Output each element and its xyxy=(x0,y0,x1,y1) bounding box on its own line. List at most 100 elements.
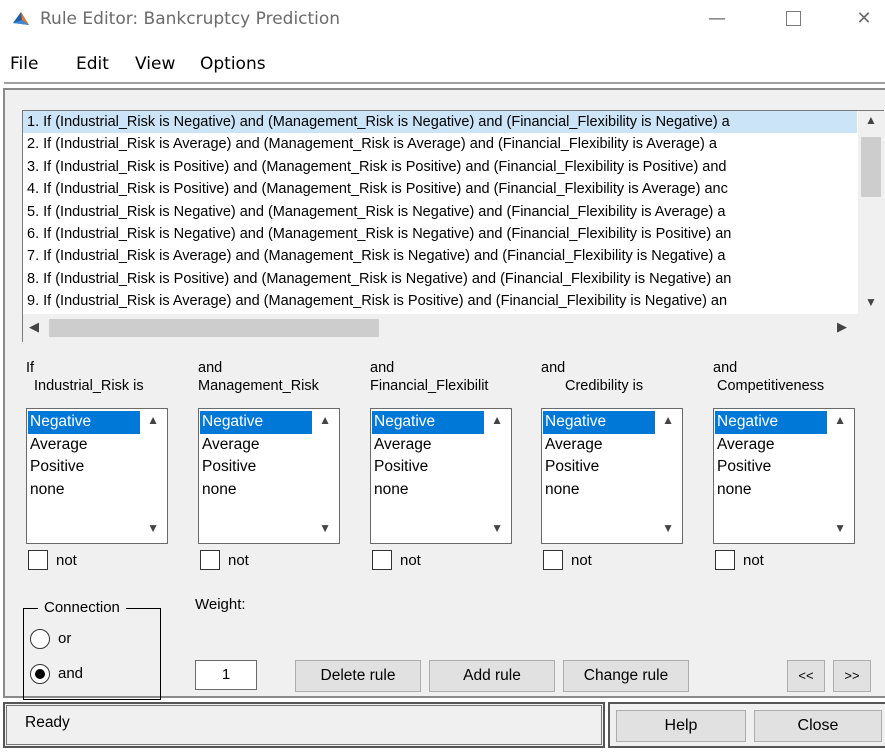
scroll-down-icon[interactable]: ▼ xyxy=(319,521,331,535)
membership-option[interactable]: Average xyxy=(28,434,140,457)
rule-item[interactable]: 5. If (Industrial_Risk is Negative) and … xyxy=(23,201,857,223)
minimize-button[interactable]: — xyxy=(706,8,728,30)
change-rule-button[interactable]: Change rule xyxy=(563,660,689,692)
radio-and[interactable] xyxy=(30,664,50,684)
membership-option[interactable]: Average xyxy=(372,434,484,457)
menu-view[interactable]: View xyxy=(135,54,175,74)
rules-list: 1. If (Industrial_Risk is Negative) and … xyxy=(23,111,857,314)
rule-item[interactable]: 1. If (Industrial_Risk is Negative) and … xyxy=(23,111,857,134)
membership-option[interactable]: none xyxy=(28,479,140,502)
membership-listbox[interactable]: Negative Average Positive none ▲ ▼ xyxy=(541,408,683,544)
rule-item[interactable]: 4. If (Industrial_Risk is Positive) and … xyxy=(23,178,857,200)
close-window-button[interactable]: ✕ xyxy=(853,8,875,30)
membership-option[interactable]: none xyxy=(200,479,312,502)
weight-label: Weight: xyxy=(195,596,246,613)
menu-edit[interactable]: Edit xyxy=(76,54,109,74)
membership-listbox[interactable]: Negative Average Positive none ▲ ▼ xyxy=(713,408,855,544)
close-icon: ✕ xyxy=(856,8,872,29)
not-label: not xyxy=(571,552,592,569)
variable-connector-label: and xyxy=(713,360,738,376)
weight-input[interactable]: 1 xyxy=(195,660,257,690)
scroll-down-icon[interactable]: ▼ xyxy=(491,521,503,535)
not-checkbox[interactable] xyxy=(28,550,48,570)
vertical-scroll-thumb[interactable] xyxy=(861,137,881,197)
variable-name-label: Financial_Flexibilit xyxy=(370,378,489,394)
membership-option[interactable]: Average xyxy=(543,434,655,457)
variable-connector-label: and xyxy=(541,360,566,376)
help-button[interactable]: Help xyxy=(616,710,746,742)
menu-file[interactable]: File xyxy=(10,54,38,74)
scroll-right-icon[interactable]: ▶ xyxy=(837,319,847,335)
radio-selected-dot xyxy=(35,669,45,679)
scroll-up-icon[interactable]: ▲ xyxy=(147,413,159,427)
not-label: not xyxy=(228,552,249,569)
scroll-left-icon[interactable]: ◀ xyxy=(29,319,39,335)
close-button[interactable]: Close xyxy=(754,710,882,742)
connection-title: Connection xyxy=(38,599,126,616)
rule-item[interactable]: 9. If (Industrial_Risk is Average) and (… xyxy=(23,290,857,312)
membership-listbox[interactable]: Negative Average Positive none ▲ ▼ xyxy=(26,408,168,544)
minimize-icon: — xyxy=(708,8,726,29)
membership-option[interactable]: Average xyxy=(715,434,827,457)
rule-item[interactable]: 8. If (Industrial_Risk is Positive) and … xyxy=(23,268,857,290)
scroll-up-icon[interactable]: ▲ xyxy=(491,413,503,427)
rule-item[interactable]: 3. If (Industrial_Risk is Positive) and … xyxy=(23,156,857,178)
scroll-up-icon[interactable]: ▲ xyxy=(319,413,331,427)
membership-option[interactable]: Positive xyxy=(28,456,140,479)
radio-or-label: or xyxy=(58,630,72,647)
membership-listbox[interactable]: Negative Average Positive none ▲ ▼ xyxy=(370,408,512,544)
scroll-corner xyxy=(858,314,884,342)
variable-column: and Credibility is Negative Average Positive… xyxy=(541,360,683,570)
not-checkbox[interactable] xyxy=(543,550,563,570)
not-checkbox[interactable] xyxy=(715,550,735,570)
radio-or[interactable] xyxy=(30,629,50,649)
membership-option[interactable]: Positive xyxy=(543,456,655,479)
membership-option[interactable]: Negative xyxy=(543,411,655,434)
status-bar: Ready xyxy=(3,702,605,748)
maximize-button[interactable] xyxy=(782,8,804,30)
not-checkbox[interactable] xyxy=(200,550,220,570)
radio-and-label: and xyxy=(58,665,84,682)
rule-item[interactable]: 6. If (Industrial_Risk is Negative) and … xyxy=(23,223,857,245)
scroll-down-icon[interactable]: ▼ xyxy=(858,295,884,309)
membership-option[interactable]: Negative xyxy=(372,411,484,434)
menu-options[interactable]: Options xyxy=(200,54,266,74)
scroll-down-icon[interactable]: ▼ xyxy=(147,521,159,535)
not-toggle: not xyxy=(713,550,855,572)
membership-option[interactable]: Negative xyxy=(715,411,827,434)
scroll-up-icon[interactable]: ▲ xyxy=(858,113,884,127)
rules-listbox[interactable]: 1. If (Industrial_Risk is Negative) and … xyxy=(22,110,884,342)
membership-option[interactable]: Negative xyxy=(28,411,140,434)
membership-option[interactable]: Average xyxy=(200,434,312,457)
membership-option[interactable]: none xyxy=(715,479,827,502)
scroll-up-icon[interactable]: ▲ xyxy=(662,413,674,427)
variable-name-label: Industrial_Risk is xyxy=(34,378,144,394)
scroll-down-icon[interactable]: ▼ xyxy=(662,521,674,535)
membership-option[interactable]: none xyxy=(372,479,484,502)
variable-column: and Competitiveness Negative Average Positiv… xyxy=(713,360,855,570)
variable-column: and Management_Risk Negative Average Positiv… xyxy=(198,360,340,570)
scroll-up-icon[interactable]: ▲ xyxy=(834,413,846,427)
maximize-icon xyxy=(785,11,801,26)
rule-item[interactable]: 7. If (Industrial_Risk is Average) and (… xyxy=(23,245,857,267)
variable-name-label: Credibility is xyxy=(565,378,644,394)
variable-connector-label: and xyxy=(370,360,395,376)
delete-rule-button[interactable]: Delete rule xyxy=(295,660,421,692)
not-label: not xyxy=(56,552,77,569)
rules-horizontal-scrollbar[interactable]: ◀ ▶ xyxy=(23,314,858,342)
membership-listbox[interactable]: Negative Average Positive none ▲ ▼ xyxy=(198,408,340,544)
add-rule-button[interactable]: Add rule xyxy=(429,660,555,692)
not-checkbox[interactable] xyxy=(372,550,392,570)
next-rule-button[interactable]: >> xyxy=(833,660,871,692)
membership-option[interactable]: none xyxy=(543,479,655,502)
membership-option[interactable]: Positive xyxy=(200,456,312,479)
title-bar: Rule Editor: Bankcruptcy Prediction — ✕ xyxy=(0,0,885,40)
rules-vertical-scrollbar[interactable]: ▲ ▼ xyxy=(858,111,884,314)
horizontal-scroll-thumb[interactable] xyxy=(49,319,379,337)
membership-option[interactable]: Positive xyxy=(372,456,484,479)
previous-rule-button[interactable]: << xyxy=(787,660,825,692)
membership-option[interactable]: Positive xyxy=(715,456,827,479)
rule-item[interactable]: 2. If (Industrial_Risk is Average) and (… xyxy=(23,133,857,155)
membership-option[interactable]: Negative xyxy=(200,411,312,434)
scroll-down-icon[interactable]: ▼ xyxy=(834,521,846,535)
